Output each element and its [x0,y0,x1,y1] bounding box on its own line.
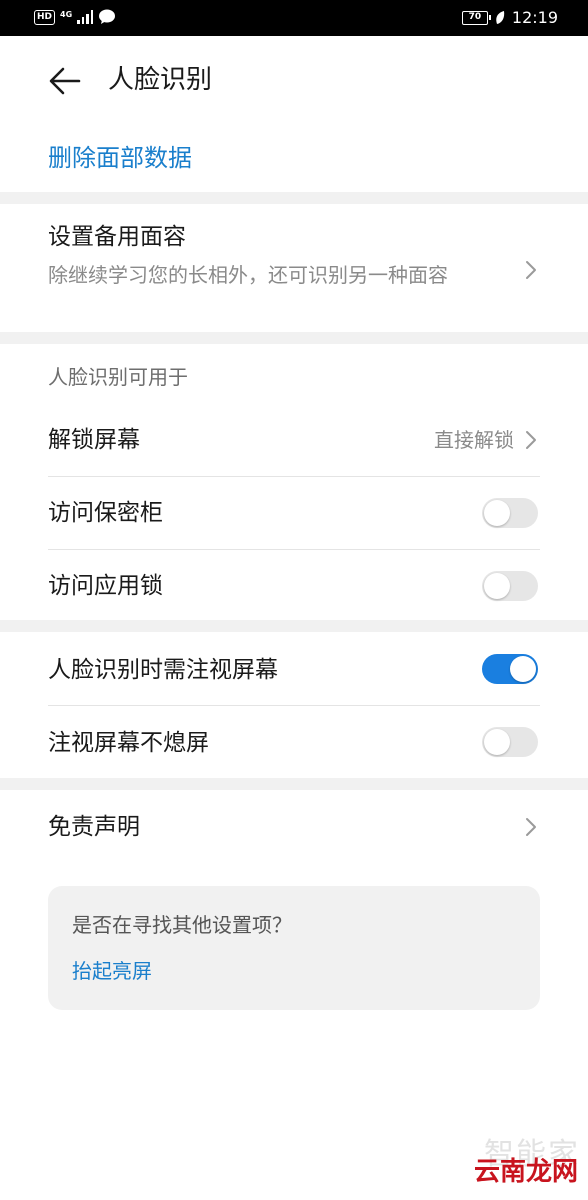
arrow-left-icon [49,67,81,95]
chevron-right-icon [526,261,536,279]
clock: 12:19 [511,8,558,27]
attention-required-row: 人脸识别时需注视屏幕 [0,632,588,705]
suggestion-question: 是否在寻找其他设置项？ [72,913,292,937]
status-left: HD 4G [34,9,116,25]
delete-face-data-button[interactable]: 删除面部数据 [48,140,192,176]
usage-section-header: 人脸识别可用于 [48,365,188,389]
toggle-knob [484,500,510,526]
hd-badge: HD [34,9,56,25]
attention-required-toggle[interactable] [482,654,538,684]
app-lock-label: 访问应用锁 [48,573,163,599]
status-bar: HD 4G 70 12:19 [0,0,588,36]
section-divider [0,192,588,204]
safe-access-label: 访问保密柜 [48,500,163,526]
chevron-right-icon [526,431,536,449]
unlock-screen-label: 解锁屏幕 [48,427,140,453]
section-divider [0,778,588,790]
alternate-face-subtitle: 除继续学习您的长相外，还可识别另一种面容 [48,263,448,287]
chevron-right-icon [526,818,536,836]
watermark-bottom: 云南龙网 [473,1157,578,1187]
alternate-face-title: 设置备用面容 [48,224,186,250]
safe-access-toggle[interactable] [482,498,538,528]
toggle-knob [484,573,510,599]
status-right: 70 12:19 [461,8,558,28]
app-lock-row: 访问应用锁 [0,550,588,620]
back-button[interactable] [46,62,84,100]
safe-access-row: 访问保密柜 [0,477,588,549]
section-divider [0,332,588,344]
app-bar: 人脸识别 [0,36,588,124]
attention-required-label: 人脸识别时需注视屏幕 [48,657,278,683]
raise-to-wake-link[interactable]: 抬起亮屏 [72,956,152,986]
alternate-face-row[interactable]: 设置备用面容 除继续学习您的长相外，还可识别另一种面容 [0,204,588,332]
disclaimer-label: 免责声明 [48,814,140,840]
chat-bubble-icon [99,9,116,24]
unlock-screen-row[interactable]: 解锁屏幕 直接解锁 [0,404,588,476]
app-lock-toggle[interactable] [482,571,538,601]
section-divider [0,620,588,632]
disclaimer-row[interactable]: 免责声明 [0,790,588,864]
stay-awake-toggle[interactable] [482,727,538,757]
toggle-knob [484,729,510,755]
leaf-icon [496,11,505,24]
page-title: 人脸识别 [108,65,213,95]
unlock-mode-value: 直接解锁 [434,428,514,452]
suggestion-card: 是否在寻找其他设置项？ 抬起亮屏 [48,886,540,1010]
signal-icon [77,10,94,24]
stay-awake-row: 注视屏幕不熄屏 [0,706,588,778]
network-type: 4G [60,9,73,19]
battery-icon: 70 [461,11,491,25]
stay-awake-label: 注视屏幕不熄屏 [48,730,209,756]
toggle-knob [510,656,536,682]
